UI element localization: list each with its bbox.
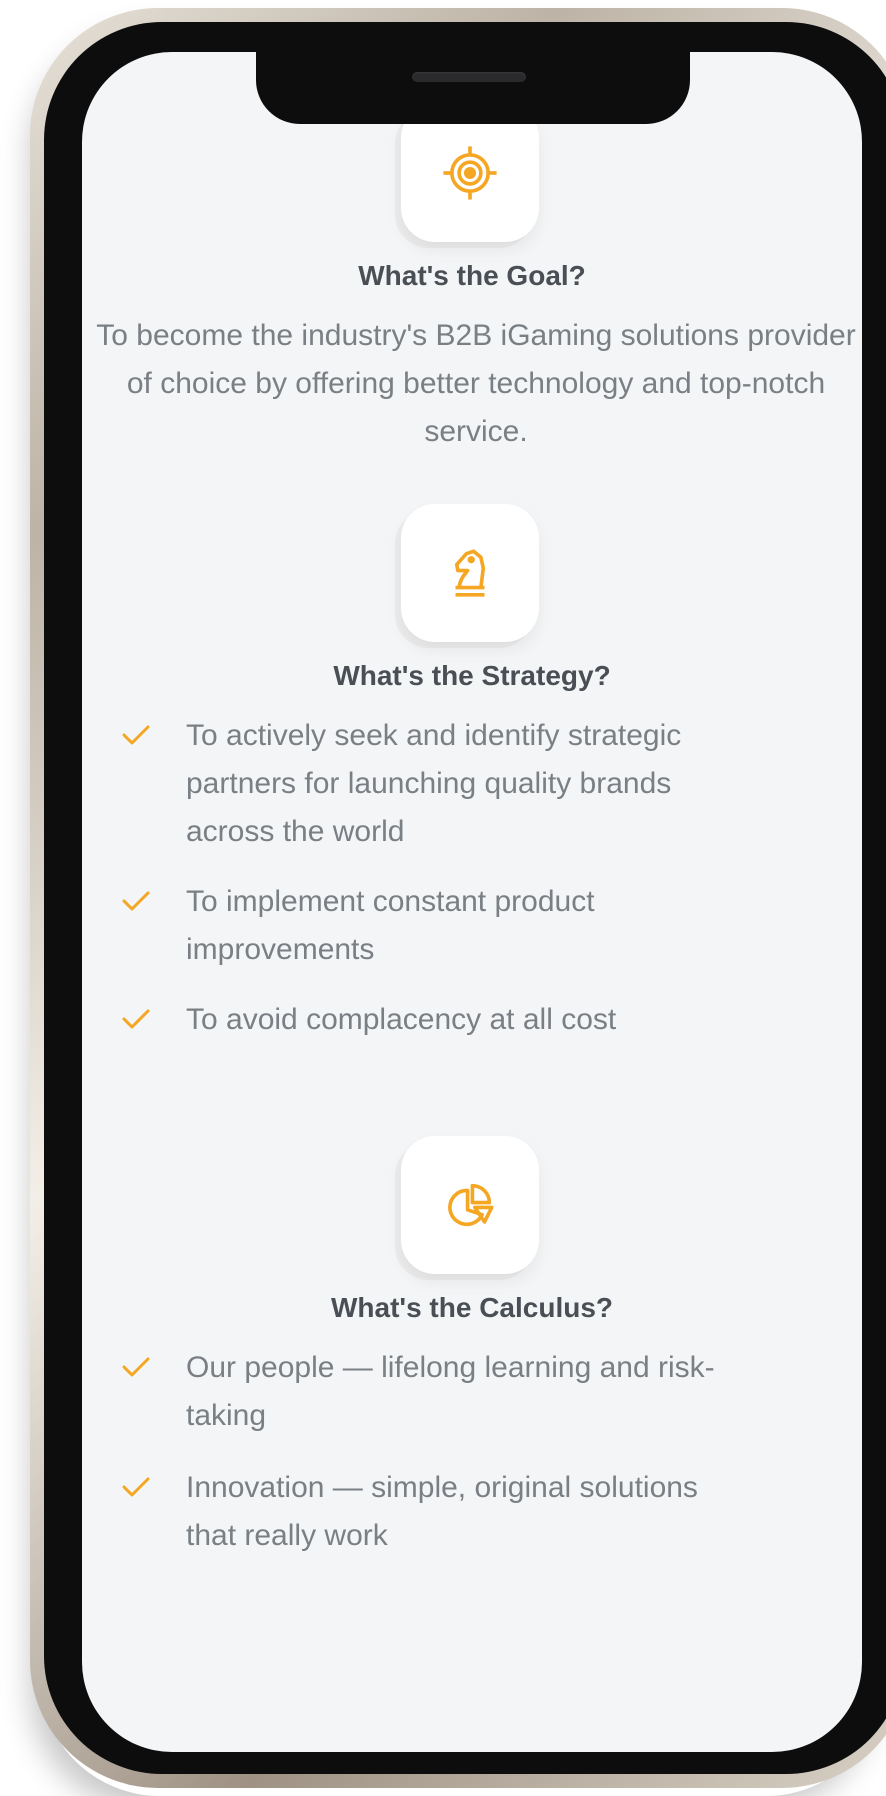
list-item-text: To avoid complacency at all cost <box>186 1003 617 1036</box>
check-icon <box>122 725 150 745</box>
strategy-icon-card <box>401 504 539 642</box>
goal-description: To become the industry's B2B iGaming sol… <box>96 319 856 448</box>
check-icon <box>122 1357 150 1377</box>
check-icon <box>122 1477 150 1497</box>
goal-title: What's the Goal? <box>358 260 586 291</box>
list-item-text: Innovation — simple, original solutions … <box>186 1471 698 1552</box>
list-item-text: To actively seek and identify strategic … <box>186 719 682 848</box>
page-content: What's the Goal? To become the industry'… <box>82 52 862 1752</box>
target-icon <box>443 146 497 200</box>
calculus-title: What's the Calculus? <box>330 1292 614 1323</box>
calculus-icon-card <box>401 1136 539 1274</box>
phone-screen[interactable]: What's the Goal? To become the industry'… <box>82 52 862 1752</box>
check-icon <box>122 1009 150 1029</box>
check-icon <box>122 891 150 911</box>
phone-notch <box>256 52 690 124</box>
strategy-title: What's the Strategy? <box>333 660 611 691</box>
earpiece-speaker <box>412 72 526 82</box>
goal-icon-card <box>401 104 539 242</box>
pie-chart-icon <box>448 1183 494 1227</box>
list-item-text: Our people — lifelong learning and risk-… <box>186 1351 715 1432</box>
list-item-text: To implement constant product improvemen… <box>186 885 595 966</box>
chess-knight-icon <box>454 549 486 597</box>
